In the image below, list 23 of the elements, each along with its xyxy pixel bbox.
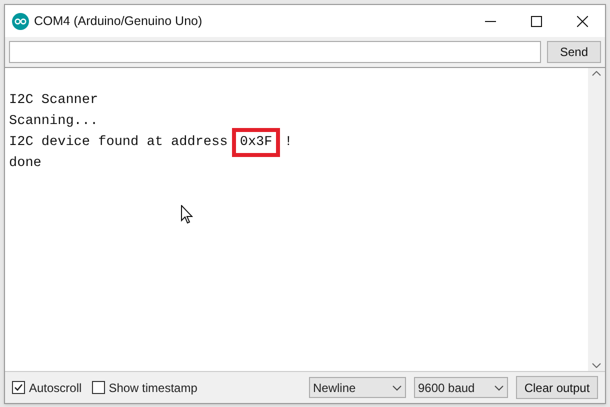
chevron-down-icon <box>494 384 504 390</box>
clear-output-button[interactable]: Clear output <box>516 376 598 399</box>
output-text: Scanning... <box>9 113 98 131</box>
window-title: COM4 (Arduino/Genuino Uno) <box>34 12 202 30</box>
maximize-icon <box>530 16 542 26</box>
dropdown[interactable]: Newline <box>309 377 406 398</box>
scrollbar[interactable] <box>588 68 605 371</box>
checkbox[interactable]: Autoscroll <box>12 378 82 396</box>
scroll-down-icon[interactable] <box>592 363 601 368</box>
checkbox[interactable]: Show timestamp <box>92 378 198 396</box>
scroll-up-icon[interactable] <box>592 71 601 76</box>
output-text: done <box>9 155 42 173</box>
checkmark-icon <box>13 382 24 393</box>
send-button[interactable]: Send <box>547 41 601 63</box>
output-text: I2C device found at address <box>9 134 229 152</box>
mouse-pointer-icon <box>181 205 193 224</box>
chevron-down-icon <box>392 384 402 390</box>
output-text: ! <box>283 134 292 152</box>
dropdown[interactable]: 9600 baud <box>414 377 508 398</box>
input-field[interactable] <box>9 41 541 63</box>
infinity-logo-icon <box>12 12 29 30</box>
output-text: I2C Scanner <box>9 92 98 110</box>
close-icon <box>576 16 588 26</box>
